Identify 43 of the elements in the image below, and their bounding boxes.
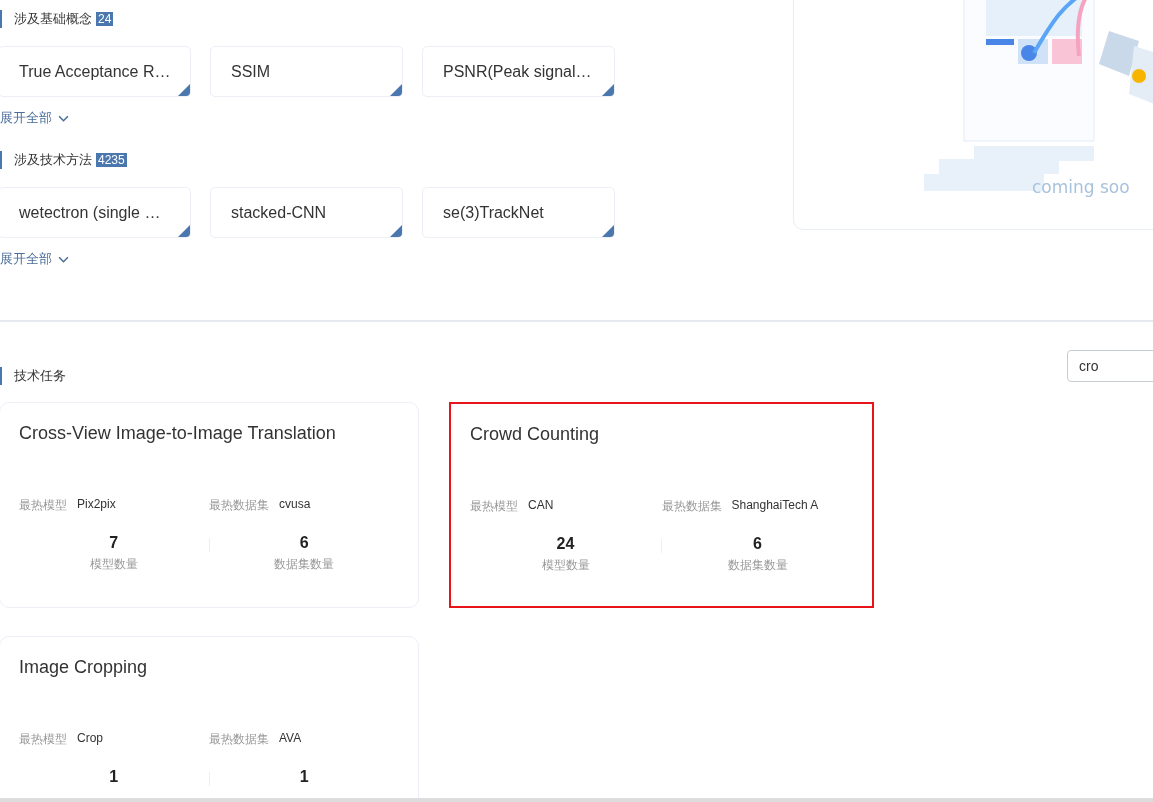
hot-model-value: Pix2pix: [77, 497, 116, 513]
task-title: Image Cropping: [19, 657, 149, 679]
model-count: 7: [109, 534, 119, 552]
dataset-count-label: 数据集数量: [274, 556, 335, 573]
dataset-count: 6: [299, 534, 309, 552]
tag-card[interactable]: se(3)TrackNet: [422, 187, 615, 238]
hot-model-label: 最热模型: [470, 498, 518, 515]
hot-dataset-value: AVA: [279, 731, 302, 747]
task-title: Cross-View Image-to-Image Translation: [19, 423, 337, 445]
section-title: 涉及基础概念: [14, 10, 92, 28]
dataset-count-label: 数据集数量: [727, 557, 788, 574]
hot-dataset-value: ShanghaiTech A: [731, 498, 819, 514]
search-field[interactable]: cro: [1067, 350, 1153, 382]
task-title: Crowd Counting: [470, 424, 601, 446]
hot-dataset-label: 最热数据集: [661, 498, 722, 515]
dataset-count: 6: [753, 535, 762, 553]
tag-card[interactable]: stacked-CNN: [210, 187, 403, 238]
hot-model-value: CAN: [528, 498, 554, 514]
expand-all-link[interactable]: 展开全部: [0, 250, 69, 268]
dataset-count: 1: [299, 768, 309, 786]
model-count-label: 模型数量: [541, 557, 590, 574]
hot-dataset-label: 最热数据集: [209, 731, 269, 748]
tag-card[interactable]: True Acceptance R…: [0, 46, 191, 97]
hot-model-value: Crop: [77, 731, 103, 747]
task-card[interactable]: Crowd Counting 最热模型 CAN 最热数据集 ShanghaiTech A 24 模型数量 6 数据集数量: [449, 402, 874, 608]
model-count: 24: [556, 535, 575, 553]
hot-dataset-label: 最热数据集: [209, 497, 269, 514]
model-count: 1: [109, 768, 119, 786]
tag-card[interactable]: PSNR(Peak signal…: [422, 46, 615, 97]
tag-card[interactable]: SSIM: [210, 46, 403, 97]
coming-soon-caption: coming soo: [1032, 177, 1130, 197]
hot-dataset-value: cvusa: [279, 497, 311, 513]
expand-all-link[interactable]: 展开全部: [0, 109, 69, 127]
tag-card[interactable]: wetectron (single …: [0, 187, 191, 238]
hot-model-label: 最热模型: [19, 497, 67, 514]
count-badge: 24: [96, 12, 114, 26]
model-count-label: 模型数量: [89, 556, 138, 573]
section-title: 技术任务: [14, 367, 66, 385]
count-badge: 4235: [96, 153, 127, 167]
chevron-down-icon: [58, 114, 69, 122]
hot-model-label: 最热模型: [19, 731, 67, 748]
section-title: 涉及技术方法: [14, 151, 92, 169]
chevron-down-icon: [58, 255, 69, 263]
